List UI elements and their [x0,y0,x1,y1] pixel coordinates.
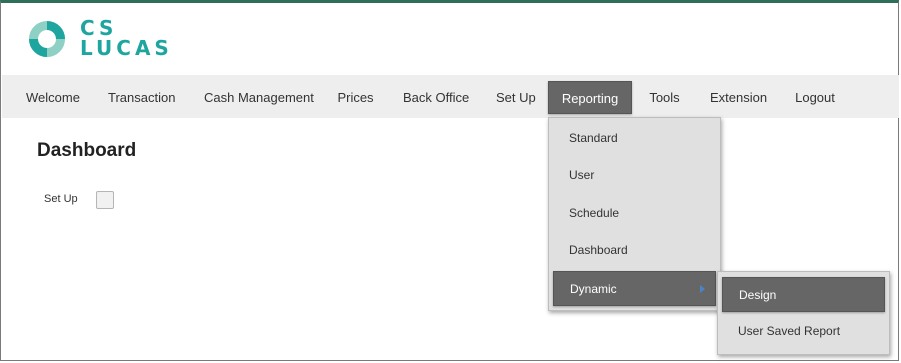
app-window: CS LUCAS Welcome Transaction Cash Manage… [0,0,899,361]
chevron-right-icon [700,285,705,293]
logo-wordmark: CS LUCAS [80,18,173,58]
logo-line-2: LUCAS [80,36,173,60]
submenu-item-user-saved-report[interactable]: User Saved Report [722,314,885,349]
setup-checkbox[interactable] [96,191,114,209]
setup-label: Set Up [44,193,78,205]
nav-transaction[interactable]: Transaction [108,81,175,114]
menu-item-dynamic[interactable]: Dynamic [553,271,716,306]
nav-tools[interactable]: Tools [648,81,681,114]
nav-logout[interactable]: Logout [794,81,836,114]
reporting-dropdown: Standard User Schedule Dashboard Dynamic [548,117,721,311]
menu-item-dashboard[interactable]: Dashboard [553,233,716,268]
nav-extension[interactable]: Extension [710,81,767,114]
logo-line-1: CS [80,16,118,40]
submenu-item-design[interactable]: Design [722,277,885,312]
nav-cash-management[interactable]: Cash Management [204,81,314,114]
menu-item-user[interactable]: User [553,158,716,193]
nav-reporting[interactable]: Reporting [548,81,632,114]
nav-set-up[interactable]: Set Up [496,81,536,114]
nav-back-office[interactable]: Back Office [403,81,469,114]
nav-prices[interactable]: Prices [337,81,374,114]
nav-welcome[interactable]: Welcome [26,81,80,114]
menu-item-standard[interactable]: Standard [553,121,716,156]
main-nav: Welcome Transaction Cash Management Pric… [2,75,899,118]
ring-logo-icon [29,21,65,57]
menu-item-dynamic-label: Dynamic [570,282,617,296]
dynamic-submenu: Design User Saved Report [717,271,890,355]
page-title: Dashboard [37,140,137,161]
menu-item-schedule[interactable]: Schedule [553,196,716,231]
